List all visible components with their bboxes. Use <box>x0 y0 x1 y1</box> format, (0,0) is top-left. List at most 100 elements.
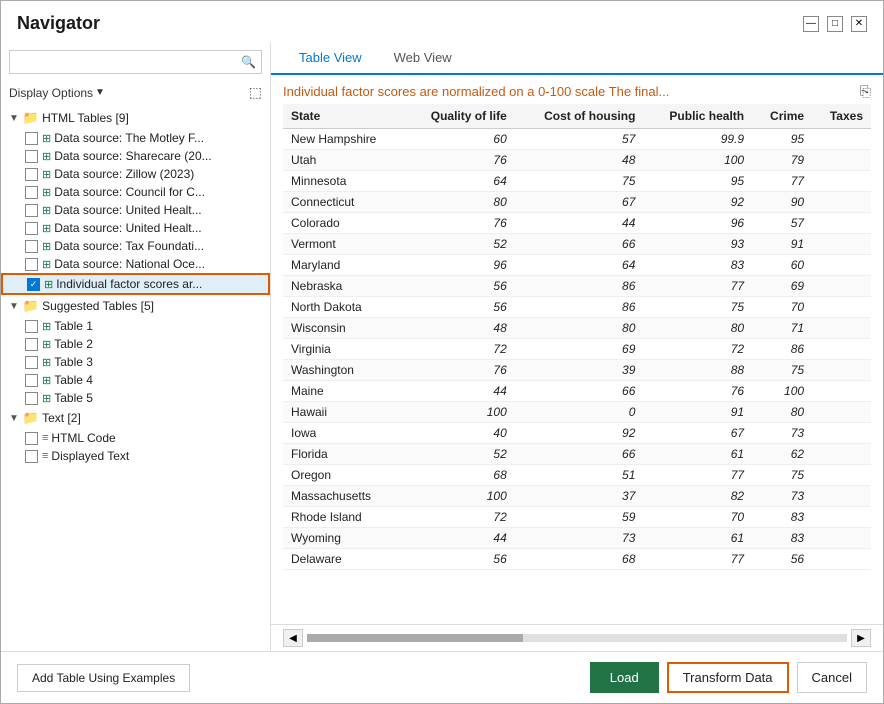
list-item[interactable]: ⊞ Data source: Tax Foundati... <box>1 237 270 255</box>
transform-data-button[interactable]: Transform Data <box>667 662 789 693</box>
checkbox[interactable] <box>25 204 38 217</box>
table-cell: 82 <box>643 486 752 507</box>
checkbox[interactable] <box>25 258 38 271</box>
minimize-button[interactable]: — <box>803 16 819 32</box>
table-cell: 100 <box>643 150 752 171</box>
maximize-button[interactable]: □ <box>827 16 843 32</box>
table-cell: 0 <box>515 402 644 423</box>
section-text[interactable]: ▼ 📁 Text [2] <box>1 407 270 429</box>
load-button[interactable]: Load <box>590 662 659 693</box>
col-header-quality: Quality of life <box>404 104 514 129</box>
table-cell: 67 <box>515 192 644 213</box>
table-cell <box>812 507 871 528</box>
table-cell: Vermont <box>283 234 404 255</box>
item-label: Data source: United Healt... <box>54 221 201 235</box>
checkbox[interactable] <box>25 450 38 463</box>
list-item[interactable]: ⊞ Data source: United Healt... <box>1 201 270 219</box>
item-label: Table 3 <box>54 355 93 369</box>
col-header-crime: Crime <box>752 104 812 129</box>
scroll-right-button[interactable]: ▶ <box>851 629 871 647</box>
list-item[interactable]: ⊞ Data source: Sharecare (20... <box>1 147 270 165</box>
checkbox[interactable] <box>25 338 38 351</box>
individual-factor-scores-item[interactable]: ✓ ⊞ Individual factor scores ar... <box>1 273 270 295</box>
section-suggested-tables-label: Suggested Tables [5] <box>42 299 154 313</box>
search-input[interactable] <box>9 50 262 74</box>
table-cell: 93 <box>643 234 752 255</box>
col-header-health: Public health <box>643 104 752 129</box>
table-cell <box>812 129 871 150</box>
table-cell: 83 <box>643 255 752 276</box>
table-cell: 99.9 <box>643 129 752 150</box>
table-icon: ⊞ <box>42 356 51 369</box>
item-label: Table 1 <box>54 319 93 333</box>
table-row: Oregon68517775 <box>283 465 871 486</box>
list-item[interactable]: ≡ HTML Code <box>1 429 270 447</box>
search-box: 🔍 <box>9 50 262 74</box>
list-item[interactable]: ⊞ Data source: United Healt... <box>1 219 270 237</box>
table-cell: 44 <box>404 528 514 549</box>
table-cell: 76 <box>404 360 514 381</box>
checkbox[interactable] <box>25 356 38 369</box>
table-cell: 100 <box>404 486 514 507</box>
table-description: Individual factor scores are normalized … <box>283 84 852 99</box>
section-suggested-tables[interactable]: ▼ 📁 Suggested Tables [5] <box>1 295 270 317</box>
list-item[interactable]: ⊞ Table 5 <box>1 389 270 407</box>
table-cell <box>812 234 871 255</box>
list-item[interactable]: ≡ Displayed Text <box>1 447 270 465</box>
list-item[interactable]: ⊞ Table 1 <box>1 317 270 335</box>
checkbox[interactable] <box>25 374 38 387</box>
item-label: Data source: Zillow (2023) <box>54 167 194 181</box>
copy-icon[interactable]: ⎘ <box>860 83 871 100</box>
folder-icon: 📁 <box>23 110 39 126</box>
col-header-state: State <box>283 104 404 129</box>
table-cell: 52 <box>404 234 514 255</box>
checkbox[interactable] <box>25 186 38 199</box>
data-table: State Quality of life Cost of housing Pu… <box>283 104 871 570</box>
table-cell: 91 <box>752 234 812 255</box>
table-icon: ⊞ <box>42 132 51 145</box>
table-cell: 68 <box>404 465 514 486</box>
checkbox[interactable] <box>25 432 38 445</box>
search-icon: 🔍 <box>241 55 256 69</box>
table-row: Washington76398875 <box>283 360 871 381</box>
close-button[interactable]: ✕ <box>851 16 867 32</box>
table-cell <box>812 486 871 507</box>
data-table-container[interactable]: State Quality of life Cost of housing Pu… <box>271 104 883 624</box>
list-item[interactable]: ⊞ Data source: Zillow (2023) <box>1 165 270 183</box>
scroll-track[interactable] <box>307 634 847 642</box>
cancel-button[interactable]: Cancel <box>797 662 867 693</box>
col-header-taxes: Taxes <box>812 104 871 129</box>
table-cell <box>812 192 871 213</box>
chevron-down-icon: ▼ <box>9 301 19 312</box>
list-item[interactable]: ⊞ Data source: National Oce... <box>1 255 270 273</box>
checkbox[interactable] <box>25 320 38 333</box>
checkbox[interactable] <box>25 150 38 163</box>
checkbox-checked[interactable]: ✓ <box>27 278 40 291</box>
table-row: Colorado76449657 <box>283 213 871 234</box>
list-item[interactable]: ⊞ Data source: The Motley F... <box>1 129 270 147</box>
item-label: Data source: Tax Foundati... <box>54 239 204 253</box>
checkbox[interactable] <box>25 222 38 235</box>
list-item[interactable]: ⊞ Table 3 <box>1 353 270 371</box>
table-cell <box>812 528 871 549</box>
checkbox[interactable] <box>25 132 38 145</box>
list-item[interactable]: ⊞ Table 4 <box>1 371 270 389</box>
table-cell: 71 <box>752 318 812 339</box>
scroll-left-button[interactable]: ◀ <box>283 629 303 647</box>
list-item[interactable]: ⊞ Data source: Council for C... <box>1 183 270 201</box>
import-icon[interactable]: ⬚ <box>249 84 262 101</box>
tree-scroll[interactable]: ▼ 📁 HTML Tables [9] ⊞ Data source: The M… <box>1 107 270 643</box>
add-table-button[interactable]: Add Table Using Examples <box>17 664 190 692</box>
table-cell <box>812 150 871 171</box>
tab-web-view[interactable]: Web View <box>378 42 468 75</box>
list-item[interactable]: ⊞ Table 2 <box>1 335 270 353</box>
display-options-button[interactable]: Display Options ▼ <box>9 86 105 100</box>
section-html-tables[interactable]: ▼ 📁 HTML Tables [9] <box>1 107 270 129</box>
table-cell: 75 <box>752 360 812 381</box>
table-cell: 69 <box>752 276 812 297</box>
checkbox[interactable] <box>25 392 38 405</box>
tab-table-view[interactable]: Table View <box>283 42 378 75</box>
table-cell: 83 <box>752 507 812 528</box>
checkbox[interactable] <box>25 168 38 181</box>
checkbox[interactable] <box>25 240 38 253</box>
